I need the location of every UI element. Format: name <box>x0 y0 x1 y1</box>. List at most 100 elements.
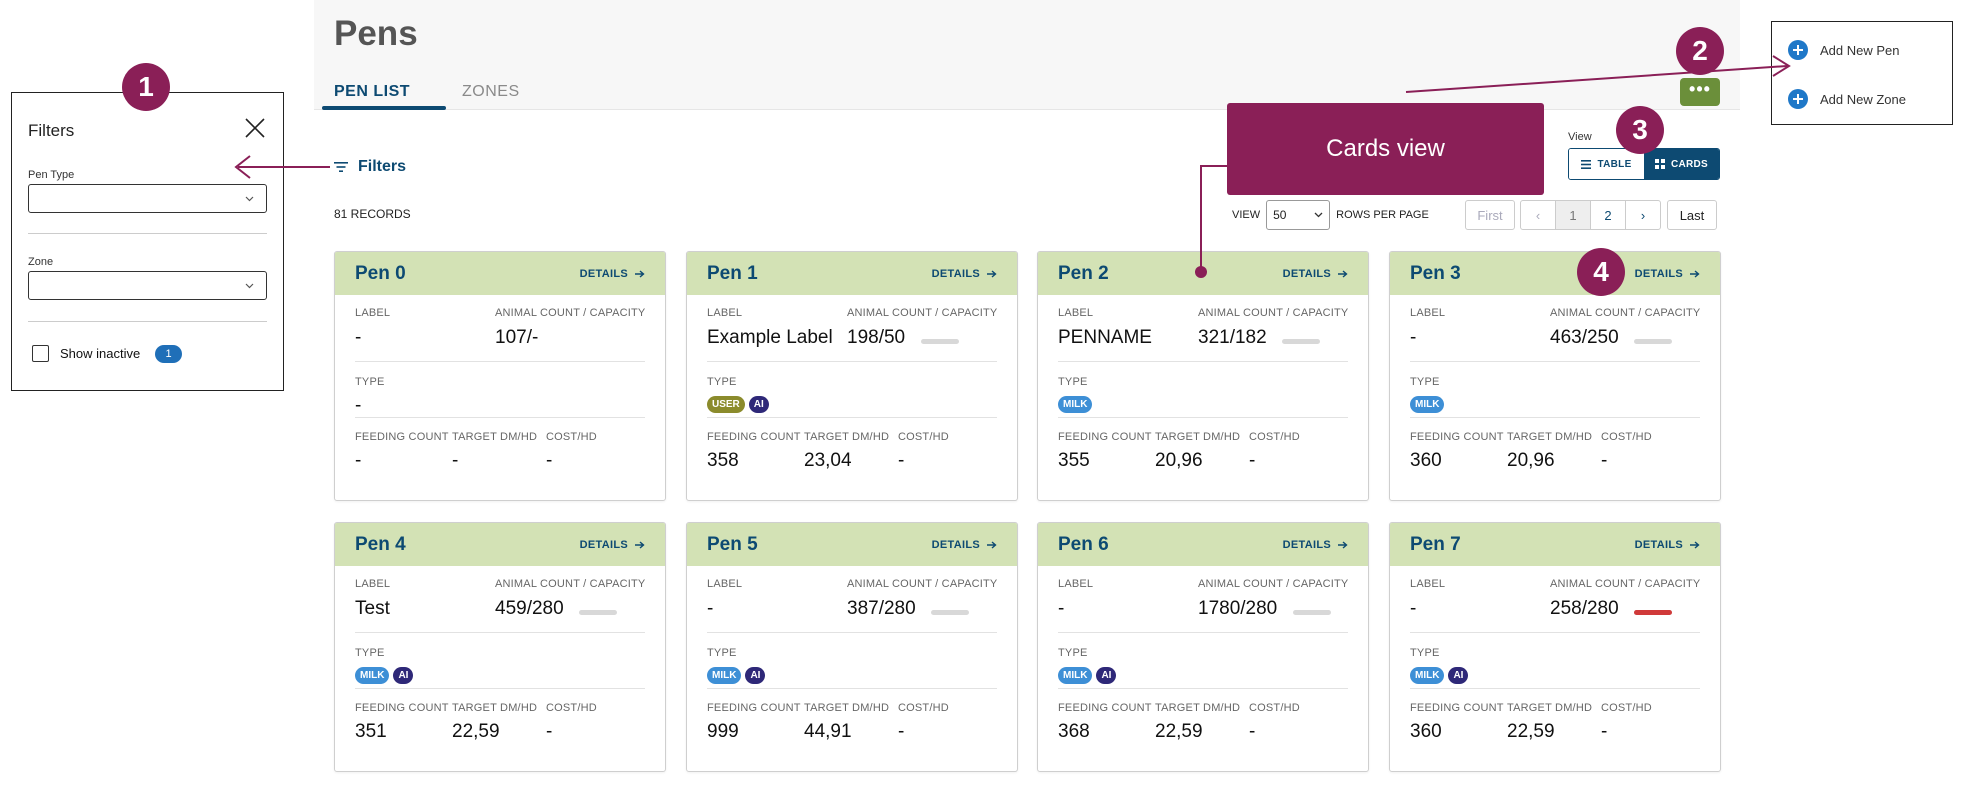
add-new-pen-item[interactable]: Add New Pen <box>1788 40 1900 60</box>
animal-count-value: 463/250 <box>1550 327 1619 348</box>
cost-heading: COST/HD <box>1601 431 1652 443</box>
target-dm-heading: TARGET DM/HD <box>1507 702 1593 714</box>
zone-label: Zone <box>28 256 54 268</box>
capacity-heading: ANIMAL COUNT / CAPACITY <box>1550 578 1701 590</box>
feeding-count-value: 999 <box>707 721 739 742</box>
tab-pen-list[interactable]: PEN LIST <box>334 83 410 101</box>
page-title: Pens <box>334 14 418 53</box>
target-dm-value: 20,96 <box>1155 450 1203 471</box>
more-actions-button[interactable]: ••• <box>1680 78 1720 106</box>
target-dm-value: 20,96 <box>1507 450 1555 471</box>
view-label: View <box>1568 131 1592 143</box>
details-link[interactable]: DETAILS <box>1635 539 1700 551</box>
show-inactive-checkbox[interactable] <box>32 345 49 362</box>
page-next-button[interactable]: › <box>1625 200 1661 230</box>
cost-value: - <box>1601 450 1608 471</box>
page-1-button[interactable]: 1 <box>1555 200 1591 230</box>
capacity-bar <box>1282 339 1321 344</box>
pen-card: Pen 6 DETAILS LABEL ANIMAL COUNT / CAPACITY… <box>1037 522 1369 772</box>
details-label: DETAILS <box>1282 267 1331 280</box>
feeding-count-heading: FEEDING COUNT <box>1410 431 1504 443</box>
rows-per-page-value: 50 <box>1273 208 1287 222</box>
type-badge-ai: AI <box>1096 667 1117 684</box>
type-badges: MILK <box>1410 396 1445 413</box>
target-dm-heading: TARGET DM/HD <box>1507 431 1593 443</box>
details-link[interactable]: DETAILS <box>1635 268 1700 280</box>
page-last-button[interactable]: Last <box>1667 200 1717 230</box>
details-link[interactable]: DETAILS <box>1283 268 1348 280</box>
arrow-right-icon <box>1690 269 1700 278</box>
type-heading: TYPE <box>707 647 737 659</box>
card-divider <box>707 688 997 689</box>
add-new-zone-item[interactable]: Add New Zone <box>1788 89 1906 109</box>
close-icon[interactable] <box>244 117 266 139</box>
details-label: DETAILS <box>931 538 980 551</box>
pen-card-header: Pen 0 DETAILS <box>335 252 665 295</box>
page-prev-button[interactable]: ‹ <box>1520 200 1556 230</box>
filters-toggle[interactable]: Filters <box>334 157 406 177</box>
capacity-heading: ANIMAL COUNT / CAPACITY <box>1198 307 1349 319</box>
details-link[interactable]: DETAILS <box>932 268 997 280</box>
view-table-button[interactable]: TABLE <box>1569 149 1644 179</box>
cost-heading: COST/HD <box>546 431 597 443</box>
filter-icon <box>334 162 348 172</box>
pen-type-select[interactable] <box>28 184 267 213</box>
details-link[interactable]: DETAILS <box>580 268 645 280</box>
show-inactive-label: Show inactive <box>60 346 141 361</box>
pen-card-title: Pen 4 <box>355 533 406 555</box>
pen-card-header: Pen 2 DETAILS <box>1038 252 1368 295</box>
chevron-down-icon <box>245 196 254 202</box>
view-cards-button[interactable]: CARDS <box>1644 149 1719 179</box>
cost-value: - <box>546 721 553 742</box>
filters-divider <box>28 321 267 322</box>
capacity-bar <box>1634 610 1673 615</box>
rows-per-page-control: VIEW 50 ROWS PER PAGE <box>1232 200 1429 230</box>
capacity-heading: ANIMAL COUNT / CAPACITY <box>1550 307 1701 319</box>
details-link[interactable]: DETAILS <box>932 539 997 551</box>
type-badge-ai: AI <box>745 667 766 684</box>
details-label: DETAILS <box>931 267 980 280</box>
cost-value: - <box>1249 450 1256 471</box>
rows-per-page-select[interactable]: 50 <box>1266 200 1331 230</box>
page-2-button[interactable]: 2 <box>1590 200 1626 230</box>
filters-panel-title: Filters <box>28 121 75 140</box>
label-heading: LABEL <box>707 578 743 590</box>
capacity-bar <box>931 610 970 615</box>
tab-zones[interactable]: ZONES <box>462 83 520 101</box>
type-badges: MILK AI <box>1410 667 1469 684</box>
zone-select[interactable] <box>28 271 267 300</box>
type-badge-milk: MILK <box>1410 667 1445 684</box>
details-link[interactable]: DETAILS <box>580 539 645 551</box>
chevron-down-icon <box>245 283 254 289</box>
animal-count-value: 321/182 <box>1198 327 1267 348</box>
card-divider <box>355 688 645 689</box>
animal-count-value: 258/280 <box>1550 598 1619 619</box>
card-divider <box>1058 632 1348 633</box>
grid-icon <box>1654 159 1665 169</box>
pen-card-title: Pen 0 <box>355 262 406 284</box>
list-icon <box>1581 159 1592 169</box>
pen-card-title: Pen 5 <box>707 533 758 555</box>
type-heading: TYPE <box>1410 647 1440 659</box>
capacity-heading: ANIMAL COUNT / CAPACITY <box>847 578 998 590</box>
target-dm-value: 22,59 <box>452 721 500 742</box>
feeding-count-value: 360 <box>1410 450 1442 471</box>
view-table-label: TABLE <box>1597 158 1632 170</box>
card-divider <box>1410 632 1700 633</box>
label-heading: LABEL <box>707 307 743 319</box>
cost-heading: COST/HD <box>898 702 949 714</box>
pen-card-title: Pen 2 <box>1058 262 1109 284</box>
animal-count-value: 459/280 <box>495 598 564 619</box>
view-cards-label: CARDS <box>1670 158 1709 170</box>
card-divider <box>355 361 645 362</box>
label-heading: LABEL <box>355 307 391 319</box>
type-heading: TYPE <box>1058 376 1088 388</box>
capacity-bar <box>1292 610 1331 615</box>
target-dm-value: 22,59 <box>1155 721 1203 742</box>
details-label: DETAILS <box>1634 538 1683 551</box>
type-badge-milk: MILK <box>355 667 390 684</box>
pen-card-title: Pen 3 <box>1410 262 1461 284</box>
details-link[interactable]: DETAILS <box>1283 539 1348 551</box>
page-first-button[interactable]: First <box>1465 200 1515 230</box>
pen-card-header: Pen 6 DETAILS <box>1038 523 1368 566</box>
